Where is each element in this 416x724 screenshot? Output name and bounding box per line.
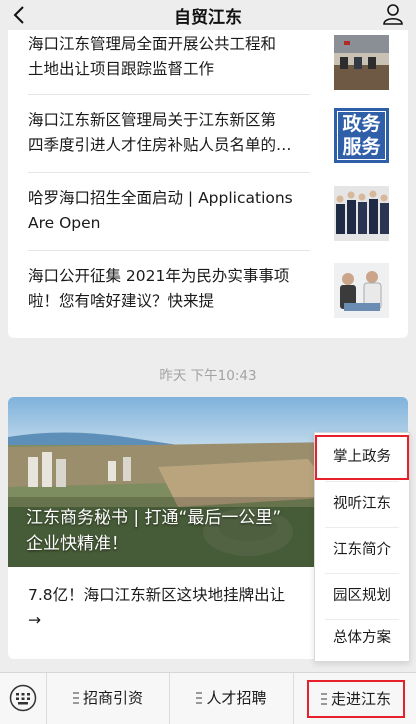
- keyboard-icon[interactable]: [9, 684, 37, 712]
- list-item-title: 海口江东新区管理局关于江东新区第: [28, 111, 277, 129]
- page-title: 自贸江东: [174, 8, 242, 28]
- list-item[interactable]: 海口公开征集 2021年为民办实事事项 啦！您有啥好建议？快来提: [28, 263, 389, 324]
- people-photo: [334, 263, 389, 318]
- tab-recruitment[interactable]: 人才招聘: [170, 673, 293, 724]
- list-item-title: 海口公开征集 2021年为民办实事事项: [28, 267, 290, 285]
- list-item[interactable]: 7.8亿！海口江东新区这块地挂牌出让 →: [28, 583, 318, 633]
- badge-text: 服务: [342, 136, 381, 158]
- divider: [28, 172, 310, 173]
- list-item-title: 海口江东管理局全面开展公共工程和: [28, 35, 277, 53]
- submenu-item-introduction[interactable]: 江东简介: [315, 528, 409, 573]
- divider: [293, 673, 294, 724]
- list-item[interactable]: 海口江东管理局全面开展公共工程和 土地出让项目跟踪监督工作: [28, 32, 389, 92]
- submenu-dots-icon: [72, 692, 79, 704]
- divider: [28, 250, 310, 251]
- submenu-popup: 掌上政务 视听江东 江东简介 园区规划 总体方案: [314, 432, 410, 662]
- submenu-item-park-planning[interactable]: 园区规划: [315, 574, 409, 619]
- list-item-title: Are Open: [28, 214, 101, 232]
- bottom-menu-bar: 招商引资 人才招聘 走进江东: [0, 672, 416, 724]
- tab-label: 招商引资: [82, 689, 143, 707]
- tab-label: 人才招聘: [206, 689, 267, 707]
- submenu-item-master-plan[interactable]: 总体方案: [315, 616, 409, 661]
- divider: [28, 94, 310, 95]
- list-item-title: 啦！您有啥好建议？快来提: [28, 292, 215, 310]
- banner-title: 江东商务秘书 | 打通“最后一公里”: [26, 508, 282, 528]
- badge-text: 政务: [342, 113, 381, 135]
- tab-about-jiangdong[interactable]: 走进江东: [307, 680, 405, 718]
- list-item-title: 四季度引进人才住房补贴人员名单的…: [28, 136, 292, 154]
- tab-label: 走进江东: [330, 690, 391, 708]
- list-item[interactable]: 哈罗海口招生全面启动 | Applications Are Open: [28, 186, 389, 246]
- submenu-item-audiovisual[interactable]: 视听江东: [315, 482, 409, 527]
- list-item-title: 7.8亿！海口江东新区这块地挂牌出让: [28, 586, 286, 604]
- submenu-item-mobile-government[interactable]: 掌上政务: [315, 435, 409, 480]
- article-list-card: 海口江东管理局全面开展公共工程和 土地出让项目跟踪监督工作 海口江东新区管理局关…: [8, 30, 408, 338]
- government-service-badge: 政务 服务: [334, 108, 389, 163]
- meeting-photo: [334, 35, 389, 90]
- submenu-dots-icon: [320, 693, 327, 705]
- list-item-title: 土地出让项目跟踪监督工作: [28, 60, 215, 78]
- list-item[interactable]: 海口江东新区管理局关于江东新区第 四季度引进人才住房补贴人员名单的… 政务 服务: [28, 108, 389, 168]
- submenu-dots-icon: [196, 692, 203, 704]
- message-timestamp: 昨天 下午10:43: [159, 368, 257, 384]
- students-photo: [334, 186, 389, 241]
- list-item-title: →: [28, 611, 41, 629]
- list-item-title: 哈罗海口招生全面启动 | Applications: [28, 189, 293, 207]
- nav-bar: 自贸江东: [0, 0, 416, 30]
- tab-investment[interactable]: 招商引资: [47, 673, 169, 724]
- person-icon[interactable]: [382, 3, 404, 25]
- banner-title: 企业快精准！: [26, 534, 128, 554]
